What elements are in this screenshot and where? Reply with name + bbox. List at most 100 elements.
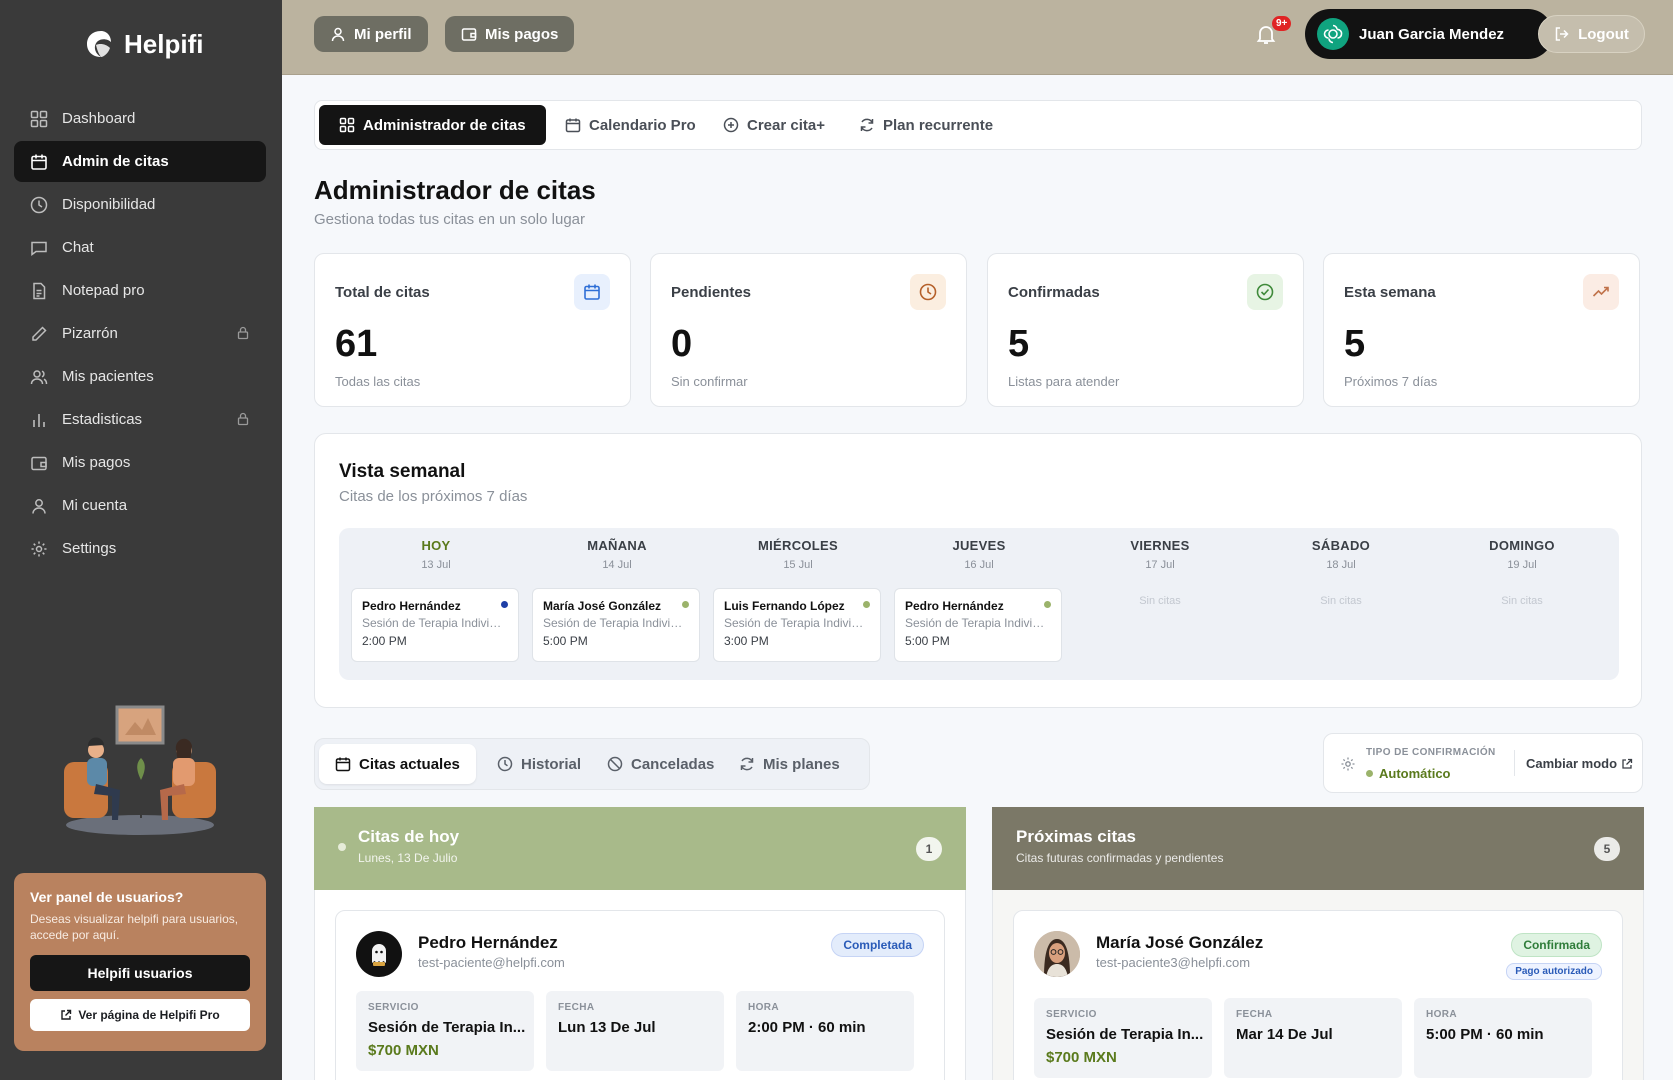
week-appointment[interactable]: María José González Sesión de Terapia In… xyxy=(532,588,700,662)
openai-logo-icon xyxy=(1323,24,1343,44)
logout-button[interactable]: Logout xyxy=(1538,15,1645,53)
field-value: 2:00 PM · 60 min xyxy=(748,1019,866,1036)
day-date: 19 Jul xyxy=(1507,559,1537,571)
user-icon xyxy=(331,27,345,42)
appt-service: Sesión de Terapia Individual xyxy=(905,616,1051,630)
tab-historial[interactable]: Historial xyxy=(481,744,597,784)
confirmation-mode: Automático xyxy=(1379,766,1451,781)
field-label: SERVICIO xyxy=(368,1002,419,1013)
appointment-card[interactable]: Pedro Hernández test-paciente@helpfi.com… xyxy=(335,910,945,1080)
date-field: FECHA Mar 14 De Jul xyxy=(1224,998,1402,1078)
stat-value: 61 xyxy=(335,323,378,365)
status-badge: Completada xyxy=(831,933,924,957)
week-appointment[interactable]: Luis Fernando López Sesión de Terapia In… xyxy=(713,588,881,662)
tab-label: Canceladas xyxy=(631,755,715,773)
user-menu[interactable]: Juan Garcia Mendez xyxy=(1305,9,1553,59)
sidebar-item-pizarron[interactable]: Pizarrón xyxy=(14,313,266,354)
stat-sub: Listas para atender xyxy=(1008,374,1120,389)
status-dot xyxy=(338,843,346,851)
profile-button[interactable]: Mi perfil xyxy=(314,16,428,52)
trending-up-icon xyxy=(1592,286,1609,297)
tab-calendario[interactable]: Calendario Pro xyxy=(545,105,716,145)
grid-icon xyxy=(339,117,355,133)
service-field: SERVICIO Sesión de Terapia In... $700 MX… xyxy=(1034,998,1212,1078)
stat-label: Pendientes xyxy=(671,284,752,301)
today-panel: Citas de hoy Lunes, 13 De Julio 1 Pedro … xyxy=(314,807,966,1080)
day-date: 15 Jul xyxy=(783,559,813,571)
tab-mis-planes[interactable]: Mis planes xyxy=(723,744,856,784)
week-appointment[interactable]: Pedro Hernández Sesión de Terapia Indivi… xyxy=(351,588,519,662)
sidebar-item-admin-citas[interactable]: Admin de citas xyxy=(14,141,266,182)
stat-card-total: Total de citas 61 Todas las citas xyxy=(314,253,631,407)
brand-logo[interactable]: Helpifi xyxy=(84,24,203,64)
stat-sub: Todas las citas xyxy=(335,374,421,389)
logout-icon xyxy=(1555,27,1569,41)
tab-citas-actuales[interactable]: Citas actuales xyxy=(319,744,476,784)
day-name: HOY xyxy=(421,538,451,553)
time-field: HORA 5:00 PM · 60 min xyxy=(1414,998,1592,1078)
sidebar-item-settings[interactable]: Settings xyxy=(14,528,266,569)
sidebar-item-pacientes[interactable]: Mis pacientes xyxy=(14,356,266,397)
promo-text: Deseas visualizar helpifi para usuarios,… xyxy=(30,912,239,942)
sidebar-item-pagos[interactable]: Mis pagos xyxy=(14,442,266,483)
helpifi-pro-link-label: Ver página de Helpifi Pro xyxy=(78,1008,220,1022)
tab-plan-recurrente[interactable]: Plan recurrente xyxy=(839,105,1013,145)
sidebar-item-chat[interactable]: Chat xyxy=(14,227,266,268)
sidebar-item-label: Notepad pro xyxy=(62,282,145,299)
change-mode-button[interactable]: Cambiar modo xyxy=(1526,756,1633,771)
week-grid: HOY 13 Jul Pedro Hernández Sesión de Ter… xyxy=(339,528,1619,680)
patient-name: Pedro Hernández xyxy=(418,933,558,952)
sidebar-item-estadisticas[interactable]: Estadisticas xyxy=(14,399,266,440)
week-appointment[interactable]: Pedro Hernández Sesión de Terapia Indivi… xyxy=(894,588,1062,662)
weekly-subtitle: Citas de los próximos 7 días xyxy=(339,488,528,505)
appt-time: 5:00 PM xyxy=(543,634,588,648)
appt-time: 5:00 PM xyxy=(905,634,950,648)
sidebar-item-label: Pizarrón xyxy=(62,325,118,342)
patient-photo-icon xyxy=(1034,931,1080,977)
helpifi-usuarios-button[interactable]: Helpifi usuarios xyxy=(30,955,250,991)
clock-icon xyxy=(497,756,513,772)
lock-icon xyxy=(237,412,249,426)
sidebar-item-label: Mi cuenta xyxy=(62,497,128,514)
stat-icon-box xyxy=(1583,274,1619,310)
tab-canceladas[interactable]: Canceladas xyxy=(591,744,730,784)
tab-label: Administrador de citas xyxy=(363,116,526,134)
sidebar-item-notepad[interactable]: Notepad pro xyxy=(14,270,266,311)
chat-icon xyxy=(31,241,47,256)
appt-service: Sesión de Terapia Individual xyxy=(724,616,870,630)
upcoming-panel-body: María José González test-paciente3@helpf… xyxy=(992,890,1644,1080)
payment-badge: Pago autorizado xyxy=(1506,963,1602,980)
sidebar-item-dashboard[interactable]: Dashboard xyxy=(14,98,266,139)
divider xyxy=(1514,750,1515,776)
payments-button[interactable]: Mis pagos xyxy=(445,16,575,52)
tab-administrador[interactable]: Administrador de citas xyxy=(319,105,546,145)
gear-icon xyxy=(31,541,47,556)
ghost-avatar-icon xyxy=(372,944,386,966)
field-value: 5:00 PM · 60 min xyxy=(1426,1026,1544,1043)
grid-icon xyxy=(30,110,48,127)
appt-service: Sesión de Terapia Individual xyxy=(362,616,508,630)
tab-label: Plan recurrente xyxy=(883,116,994,134)
refresh-icon xyxy=(860,118,874,132)
tab-crear-cita[interactable]: Crear cita+ xyxy=(703,105,845,145)
appt-time: 2:00 PM xyxy=(362,634,407,648)
day-date: 13 Jul xyxy=(421,559,451,571)
appointment-card[interactable]: María José González test-paciente3@helpf… xyxy=(1013,910,1623,1080)
calendar-icon xyxy=(335,757,351,772)
stat-value: 5 xyxy=(1008,323,1030,365)
sidebar-item-label: Estadisticas xyxy=(62,411,143,428)
sidebar-item-label: Settings xyxy=(62,540,117,557)
weekly-view: Vista semanal Citas de los próximos 7 dí… xyxy=(314,433,1642,708)
patient-email: test-paciente3@helpfi.com xyxy=(1096,955,1251,970)
sidebar-item-disponibilidad[interactable]: Disponibilidad xyxy=(14,184,266,225)
users-icon xyxy=(30,369,48,384)
today-panel-header: Citas de hoy Lunes, 13 De Julio 1 xyxy=(314,807,966,890)
sidebar-item-cuenta[interactable]: Mi cuenta xyxy=(14,485,266,526)
plus-circle-icon xyxy=(723,117,739,133)
tab-label: Calendario Pro xyxy=(589,116,696,134)
gear-icon xyxy=(1341,757,1355,771)
helpifi-pro-link[interactable]: Ver página de Helpifi Pro xyxy=(30,999,250,1031)
pencil-icon xyxy=(32,325,47,341)
day-name: SÁBADO xyxy=(1311,538,1371,553)
promo-title: Ver panel de usuarios? xyxy=(30,889,184,905)
